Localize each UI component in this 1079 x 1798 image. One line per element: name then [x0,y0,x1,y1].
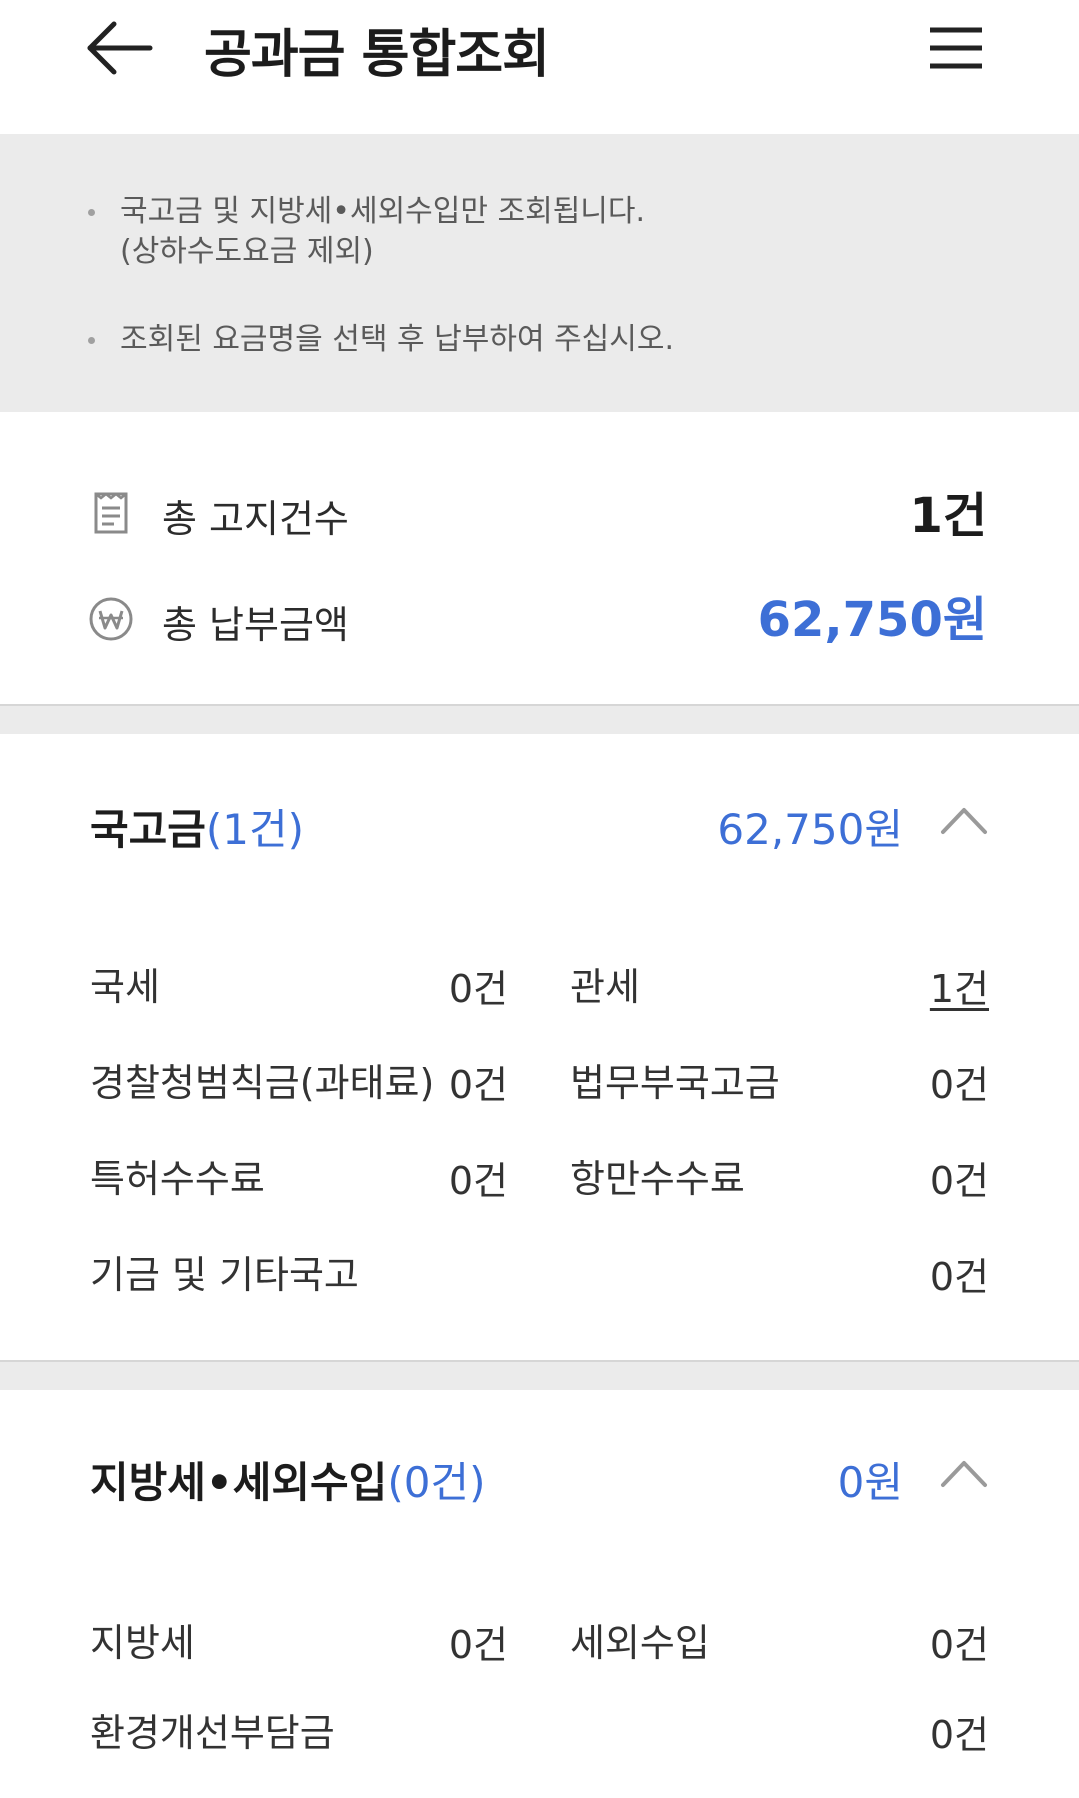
section-title-text: 지방세•세외수입 [90,1458,388,1507]
item-count: 0건 [448,967,508,1011]
notice-text: 국고금 및 지방세•세외수입만 조회됩니다. (상하수도요금 제외) [120,194,646,269]
back-button[interactable] [84,18,154,78]
item-count: 0건 [929,1623,989,1667]
item-label: 세외수입 [570,1621,710,1665]
item-label: 항만수수료 [570,1157,745,1201]
item-count: 0건 [929,1255,989,1299]
list-item[interactable]: 항만수수료 0건 [570,1148,989,1204]
summary-panel: 총 고지건수 1건 총 납부금액 62,750원 [0,412,1079,706]
list-item[interactable]: 환경개선부담금 0건 [90,1702,989,1758]
item-label: 지방세 [90,1621,195,1665]
item-label: 환경개선부담금 [90,1711,335,1755]
item-count: 0건 [929,1063,989,1107]
total-amount-value: 62,750원 [757,592,987,648]
section-amount: 62,750원 [717,805,903,854]
notice-item: 국고금 및 지방세•세외수입만 조회됩니다. (상하수도요금 제외) [88,192,645,272]
menu-button[interactable] [926,18,986,78]
page-title: 공과금 통합조회 [204,25,550,85]
app-header: 공과금 통합조회 [0,0,1079,134]
list-item[interactable]: 세외수입 0건 [570,1612,989,1668]
item-count: 0건 [448,1063,508,1107]
item-label: 기금 및 기타국고 [90,1253,359,1297]
list-item[interactable]: 관세 1건 [570,956,989,1012]
list-item[interactable]: 법무부국고금 0건 [570,1052,989,1108]
item-label: 관세 [570,965,640,1009]
section-divider [0,1360,1079,1390]
item-count: 0건 [448,1623,508,1667]
bullet-dot [88,209,95,216]
receipt-icon [94,492,128,534]
notice-item: 조회된 요금명을 선택 후 납부하여 주십시오. [88,320,674,360]
bullet-dot [88,337,95,344]
section-title: 지방세•세외수입(0건) [90,1449,485,1510]
list-item[interactable]: 지방세 0건 [90,1612,508,1668]
chevron-up-icon[interactable] [939,800,989,840]
notice-text: 조회된 요금명을 선택 후 납부하여 주십시오. [120,322,675,357]
item-label: 경찰청범칙금(과태료) [90,1061,435,1105]
item-count: 0건 [929,1159,989,1203]
section-count: (1건) [205,805,305,854]
list-item[interactable]: 국세 0건 [90,956,508,1012]
section-title: 국고금(1건) [90,796,304,857]
item-count: 0건 [448,1159,508,1203]
section-divider [0,706,1079,734]
total-count-value: 1건 [909,488,987,544]
section-count: (0건) [387,1458,486,1507]
item-label: 법무부국고금 [570,1061,780,1105]
hamburger-menu-icon [930,27,982,69]
won-coin-icon [89,597,133,641]
list-item[interactable]: 기금 및 기타국고 0건 [90,1244,989,1300]
total-count-row: 총 고지건수 1건 [0,482,1079,544]
item-count: 0건 [929,1713,989,1757]
notice-box: 국고금 및 지방세•세외수입만 조회됩니다. (상하수도요금 제외) 조회된 요… [0,134,1079,412]
item-count-link[interactable]: 1건 [930,958,989,1013]
list-item[interactable]: 특허수수료 0건 [90,1148,508,1204]
back-arrow-icon [87,21,153,75]
item-label: 특허수수료 [90,1157,265,1201]
total-amount-label: 총 납부금액 [162,603,349,647]
list-item[interactable]: 경찰청범칙금(과태료) 0건 [90,1052,508,1108]
item-label: 국세 [90,965,160,1009]
total-amount-row: 총 납부금액 62,750원 [0,588,1079,648]
section-amount: 0원 [837,1458,903,1507]
national-treasury-header[interactable]: 국고금(1건) 62,750원 [0,790,1079,860]
total-count-label: 총 고지건수 [162,497,349,541]
section-title-text: 국고금 [90,805,206,854]
chevron-up-icon[interactable] [939,1453,989,1493]
local-tax-header[interactable]: 지방세•세외수입(0건) 0원 [0,1443,1079,1513]
